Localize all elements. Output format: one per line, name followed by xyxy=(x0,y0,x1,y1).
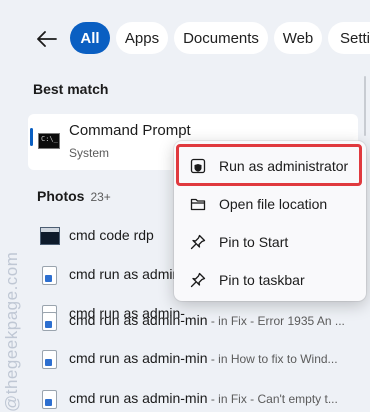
pin-icon xyxy=(190,272,206,288)
list-item-title: cmd run as admin- xyxy=(69,266,185,282)
tab-settings[interactable]: Setti xyxy=(328,22,370,54)
scrollbar[interactable] xyxy=(364,76,366,136)
back-button[interactable] xyxy=(34,26,60,52)
photos-heading-label: Photos xyxy=(37,188,85,204)
list-item-title: cmd run as admin-min xyxy=(69,312,208,328)
shield-icon xyxy=(190,158,206,174)
menu-item-run-as-administrator[interactable]: Run as administrator xyxy=(174,147,366,185)
selection-indicator xyxy=(30,128,33,146)
menu-item-pin-to-taskbar[interactable]: Pin to taskbar xyxy=(174,261,366,299)
command-prompt-icon: C:\_ xyxy=(38,133,60,149)
list-item[interactable]: cmd run as admin-min - in How to fix to … xyxy=(28,340,370,378)
tab-apps[interactable]: Apps xyxy=(116,22,168,54)
back-arrow-icon xyxy=(37,31,57,47)
best-match-subtitle: System xyxy=(69,146,110,160)
menu-item-label: Open file location xyxy=(219,196,328,212)
menu-item-label: Pin to Start xyxy=(219,234,289,250)
menu-item-open-file-location[interactable]: Open file location xyxy=(174,185,366,223)
tab-all[interactable]: All xyxy=(70,22,110,54)
best-match-heading: Best match xyxy=(33,81,109,97)
list-item-title: cmd run as admin-min xyxy=(69,350,208,366)
list-item[interactable]: cmd run as admin-min - in Fix - Can't em… xyxy=(28,380,370,412)
list-item-label: cmd run as admin-min - in How to fix to … xyxy=(69,350,338,366)
list-item-title: cmd run as admin-min xyxy=(69,390,208,406)
watermark: @thegeekpage.com xyxy=(2,251,21,412)
document-image-icon xyxy=(42,390,57,409)
pin-icon xyxy=(190,234,206,250)
tab-documents[interactable]: Documents xyxy=(174,22,268,54)
photos-count: 23+ xyxy=(90,190,111,204)
list-item-detail: - in Fix - Error 1935 An ... xyxy=(207,314,345,328)
list-item-label: cmd run as admin- xyxy=(69,266,185,282)
image-thumbnail-icon xyxy=(40,227,60,245)
list-item-title: cmd code rdp xyxy=(69,227,154,243)
document-image-icon xyxy=(42,266,57,285)
list-item-label: cmd run as admin-min - in Fix - Error 19… xyxy=(69,312,345,328)
list-item-label: cmd run as admin-min - in Fix - Can't em… xyxy=(69,390,338,406)
menu-item-label: Pin to taskbar xyxy=(219,272,305,288)
document-image-icon xyxy=(42,350,57,369)
folder-icon xyxy=(190,198,206,211)
photos-heading: Photos 23+ xyxy=(37,188,111,204)
context-menu: Run as administrator Open file location … xyxy=(174,141,366,301)
list-item-label: cmd code rdp xyxy=(69,227,154,243)
list-item[interactable]: cmd run as admin-min - in Fix - Error 19… xyxy=(28,302,370,340)
document-image-icon xyxy=(42,312,57,331)
list-item-detail: - in Fix - Can't empty t... xyxy=(207,392,338,406)
tab-web[interactable]: Web xyxy=(274,22,322,54)
list-item-detail: - in How to fix to Wind... xyxy=(207,352,338,366)
menu-item-label: Run as administrator xyxy=(219,158,349,174)
best-match-title: Command Prompt xyxy=(69,122,191,139)
menu-item-pin-to-start[interactable]: Pin to Start xyxy=(174,223,366,261)
